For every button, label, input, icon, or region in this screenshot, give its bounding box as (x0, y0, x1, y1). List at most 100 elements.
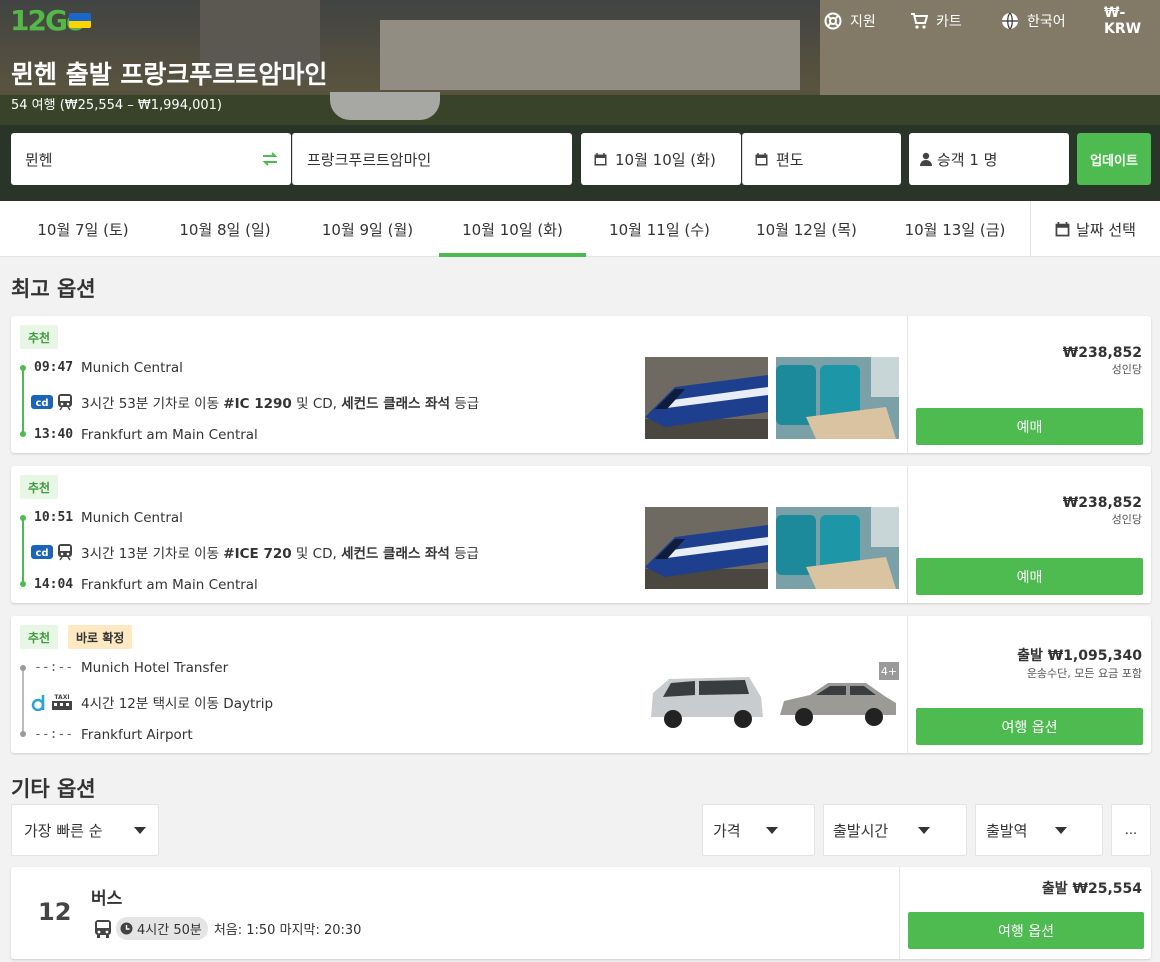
trip-options-button[interactable]: 여행 옵션 (908, 912, 1144, 949)
price-amount: ₩1,095,340 (1047, 648, 1142, 664)
passengers-field[interactable]: 승객 1 명 (909, 133, 1069, 185)
train-number: #ICE 720 (223, 546, 292, 562)
timeline-dot (20, 581, 26, 587)
timeline-dot (20, 515, 26, 521)
date-tab-label: 10월 11일 (수) (609, 220, 710, 239)
price-amount: ₩25,554 (1072, 881, 1142, 897)
origin-field[interactable]: 뮌헨 (11, 133, 291, 185)
daytrip-logo-icon (31, 695, 45, 711)
support-link[interactable]: 지원 (824, 10, 876, 32)
calendar-icon (755, 152, 768, 165)
departure-station-filter[interactable]: 출발역 (975, 804, 1103, 856)
currency-label: ₩-KRW (1104, 5, 1142, 37)
cart-link[interactable]: 카트 (910, 10, 962, 32)
cd-rail-icon: cd (31, 395, 53, 409)
desc-text: 등급 (450, 396, 480, 412)
result-card[interactable]: 추천 09:47 Munich Central cd 3시간 53분 기차로 이… (11, 316, 1151, 453)
train-exterior-image[interactable] (645, 507, 768, 589)
date-field[interactable]: 10월 10일 (화) (581, 133, 741, 185)
chevron-down-icon (134, 827, 146, 834)
currency-selector[interactable]: ₩-KRW (1104, 5, 1160, 37)
date-tab-label: 10월 9일 (월) (321, 220, 414, 239)
bus-price-panel: 출발 ₩25,554 여행 옵션 (899, 867, 1151, 959)
date-tab[interactable]: 10월 13일 (금) (880, 201, 1030, 257)
departure-time-filter[interactable]: 출발시간 (823, 804, 967, 856)
desc-text: 등급 (449, 546, 479, 562)
swap-icon[interactable] (262, 151, 278, 167)
van-image[interactable] (645, 657, 768, 739)
best-options-title: 최고 옵션 (11, 277, 96, 301)
train-interior-image[interactable] (776, 357, 899, 439)
seat-class: 세컨드 클래스 좌석 (341, 546, 450, 562)
return-value: 편도 (776, 150, 804, 169)
svg-text:cd: cd (35, 398, 48, 409)
timeline-dot (20, 731, 26, 737)
train-exterior-image[interactable] (645, 357, 768, 439)
update-button[interactable]: 업데이트 (1077, 133, 1151, 185)
calendar-icon (1055, 221, 1070, 236)
date-tab-active[interactable]: 10월 10일 (화) (439, 201, 586, 257)
desc-text: 3시간 53분 기차로 이동 (81, 396, 224, 412)
departure-place: Munich Hotel Transfer (81, 660, 229, 676)
duration-pill: 4시간 50분 (116, 917, 208, 940)
cart-icon (911, 13, 928, 29)
price-prefix: 출발 (1017, 648, 1043, 664)
date-tab[interactable]: 10월 7일 (토) (12, 201, 154, 257)
departure-station-filter-label: 출발역 (986, 821, 1028, 840)
desc-text: 3시간 13분 기차로 이동 (81, 546, 224, 562)
date-tab-label: 10월 13일 (금) (904, 220, 1006, 239)
date-picker-button[interactable]: 날짜 선택 (1030, 201, 1160, 257)
chevron-down-icon (766, 827, 778, 834)
globe-icon (1002, 12, 1018, 30)
operator-line: TAXI 4시간 12분 택시로 이동 Daytrip (31, 692, 273, 712)
more-images-badge[interactable]: 4+ (879, 662, 899, 680)
departure-time: 09:47 (34, 360, 74, 375)
date-tab-label: 10월 8일 (일) (179, 220, 271, 239)
timeline-line (22, 518, 24, 584)
destination-field[interactable]: 프랑크푸르트암마인 (292, 133, 572, 185)
price-amount: ₩238,852 (1062, 345, 1142, 361)
trip-description: 3시간 53분 기차로 이동 #IC 1290 및 CD, 세컨드 클래스 좌석… (81, 392, 479, 412)
trip-options-button[interactable]: 여행 옵션 (916, 708, 1143, 745)
logo[interactable]: 12Go (10, 4, 85, 38)
date-tab[interactable]: 10월 8일 (일) (154, 201, 296, 257)
train-icon (58, 544, 72, 561)
bus-result-card[interactable]: 12 버스 4시간 50분 처음: 1:50 마지막: 20:30 출발 ₩25… (11, 867, 1151, 959)
instant-confirm-badge: 바로 확정 (68, 625, 133, 649)
trip-summary: 54 여행 (₩25,554 – ₩1,994,001) (11, 98, 222, 113)
result-card[interactable]: 추천 10:51 Munich Central cd 3시간 13분 기차로 이… (11, 466, 1151, 603)
lifebuoy-icon (824, 12, 842, 30)
price-note: 성인당 (1111, 513, 1142, 526)
passengers-value: 승객 1 명 (937, 150, 998, 169)
more-filters-button[interactable]: ... (1111, 804, 1151, 856)
timeline-line (22, 668, 24, 734)
timeline-dot (20, 665, 26, 671)
date-tab[interactable]: 10월 11일 (수) (586, 201, 733, 257)
date-tabs: 10월 7일 (토) 10월 8일 (일) 10월 9일 (월) 10월 10일… (0, 201, 1160, 257)
date-tab-label: 10월 7일 (토) (37, 220, 129, 239)
arrival-place: Frankfurt am Main Central (81, 577, 258, 593)
date-tab[interactable]: 10월 12일 (목) (733, 201, 880, 257)
page-title: 뮌헨 출발 프랑크푸르트암마인 (11, 60, 328, 89)
date-picker-label: 날짜 선택 (1076, 220, 1136, 239)
train-interior-image[interactable] (776, 507, 899, 589)
book-button[interactable]: 예매 (916, 408, 1143, 445)
return-field[interactable]: 편도 (742, 133, 901, 185)
chevron-down-icon (918, 827, 930, 834)
bus-icon (95, 919, 111, 938)
svg-text:TAXI: TAXI (54, 694, 69, 701)
result-card[interactable]: 추천 바로 확정 --:-- Munich Hotel Transfer TAX… (11, 616, 1151, 753)
language-selector[interactable]: 한국어 (1001, 10, 1066, 32)
date-tab-label: 10월 10일 (화) (462, 220, 563, 239)
book-button[interactable]: 예매 (916, 558, 1143, 595)
timeline-dot (20, 365, 26, 371)
desc-text: 및 CD, (291, 546, 342, 562)
price-filter[interactable]: 가격 (702, 804, 815, 856)
top-bar: 12Go 지원 카트 한국어 ₩-KRW (0, 0, 1160, 44)
sort-dropdown[interactable]: 가장 빠른 순 (11, 804, 159, 856)
sedan-image[interactable]: 4+ (776, 657, 899, 739)
departure-place: Munich Central (81, 510, 183, 526)
date-tab[interactable]: 10월 9일 (월) (296, 201, 439, 257)
origin-value: 뮌헨 (25, 150, 53, 169)
recommended-badge: 추천 (20, 625, 59, 649)
